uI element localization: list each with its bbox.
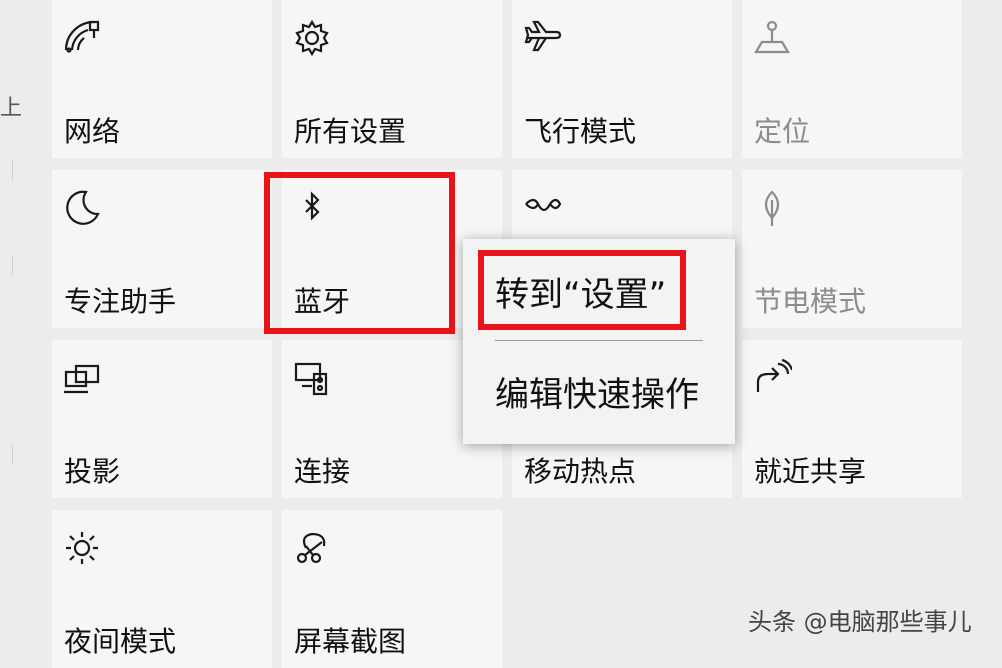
context-menu: 转到“设置” 编辑快速操作 <box>463 239 735 444</box>
location-icon <box>752 18 792 58</box>
tile-network[interactable]: 网络 <box>52 0 272 158</box>
bluetooth-icon <box>292 188 332 228</box>
share-icon <box>752 358 794 398</box>
vpn-icon <box>522 188 562 228</box>
tile-project[interactable]: 投影 <box>52 340 272 498</box>
left-edge-panel: 上 <box>0 0 50 650</box>
leaf-icon <box>752 188 792 228</box>
edge-divider <box>12 445 13 465</box>
moon-icon <box>62 188 102 228</box>
tile-screen-snip[interactable]: 屏幕截图 <box>282 510 502 668</box>
tile-label: 定位 <box>754 115 811 148</box>
tile-focus-assist[interactable]: 专注助手 <box>52 170 272 328</box>
tile-label: 连接 <box>294 455 351 488</box>
tile-label: 就近共享 <box>754 455 867 488</box>
tile-airplane-mode[interactable]: 飞行模式 <box>512 0 732 158</box>
tile-label: 屏幕截图 <box>294 625 407 658</box>
tile-label: 节电模式 <box>754 285 867 318</box>
connect-icon <box>292 358 332 398</box>
tile-night-light[interactable]: 夜间模式 <box>52 510 272 668</box>
tile-location[interactable]: 定位 <box>742 0 962 158</box>
tile-label: 飞行模式 <box>524 115 637 148</box>
gear-icon <box>292 18 332 58</box>
left-edge-glyph: 上 <box>0 96 23 121</box>
menu-item-edit-quick-actions[interactable]: 编辑快速操作 <box>495 367 699 416</box>
tile-label: 蓝牙 <box>294 285 351 318</box>
tile-label: 网络 <box>64 115 121 148</box>
network-icon <box>62 18 102 58</box>
tile-all-settings[interactable]: 所有设置 <box>282 0 502 158</box>
snip-icon <box>292 528 332 568</box>
airplane-icon <box>522 18 562 58</box>
edge-divider <box>12 255 13 275</box>
edge-divider <box>12 160 13 180</box>
project-icon <box>62 358 102 398</box>
tile-label: 所有设置 <box>294 115 407 148</box>
menu-separator <box>495 340 703 341</box>
tile-label: 夜间模式 <box>64 625 177 658</box>
tile-label: 投影 <box>64 455 121 488</box>
tile-label: 专注助手 <box>64 285 177 318</box>
menu-item-go-to-settings[interactable]: 转到“设置” <box>495 267 666 316</box>
brightness-icon <box>62 528 102 568</box>
tile-battery-saver[interactable]: 节电模式 <box>742 170 962 328</box>
tile-nearby-sharing[interactable]: 就近共享 <box>742 340 962 498</box>
tile-label: 移动热点 <box>524 455 637 488</box>
watermark-text: 头条 @电脑那些事儿 <box>748 608 972 636</box>
